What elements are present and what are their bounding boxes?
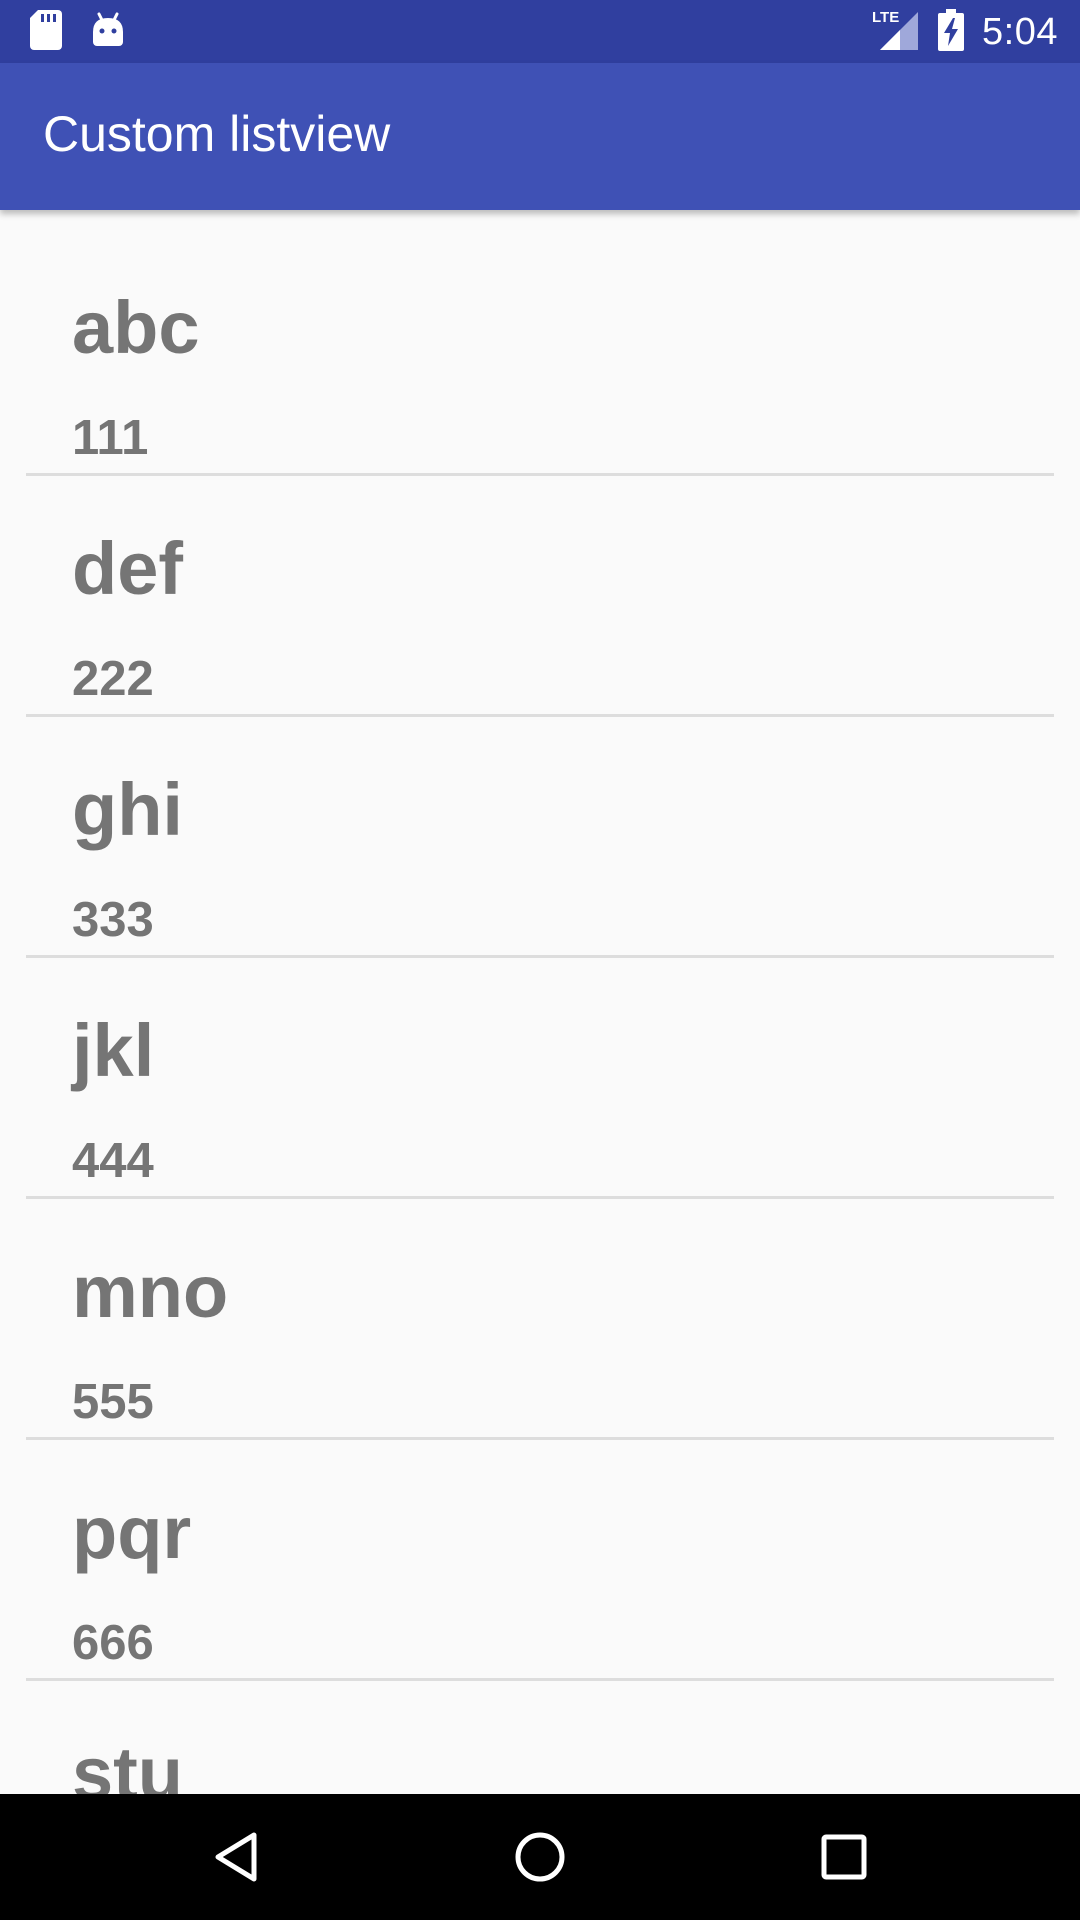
list-item[interactable]: pqr 666 bbox=[26, 1440, 1054, 1681]
lte-signal-icon: LTE bbox=[872, 8, 920, 57]
list-item-subtitle: 555 bbox=[72, 1375, 154, 1429]
android-icon bbox=[92, 12, 124, 53]
home-icon bbox=[515, 1832, 565, 1882]
list-item-title: pqr bbox=[72, 1491, 192, 1574]
status-bar: LTE 5:04 bbox=[0, 0, 1080, 63]
recents-icon bbox=[821, 1834, 867, 1880]
list-item-subtitle: 222 bbox=[72, 652, 154, 706]
list-item-title: def bbox=[72, 527, 183, 610]
status-time: 5:04 bbox=[982, 10, 1058, 53]
home-button[interactable] bbox=[495, 1814, 585, 1900]
list-item[interactable]: jkl 444 bbox=[26, 958, 1054, 1199]
recents-button[interactable] bbox=[799, 1814, 889, 1900]
sd-card-icon bbox=[30, 9, 62, 55]
list-item[interactable]: mno 555 bbox=[26, 1199, 1054, 1440]
list-item-subtitle: 111 bbox=[72, 411, 149, 465]
list-item-subtitle: 444 bbox=[72, 1134, 154, 1188]
list-item-title: abc bbox=[72, 286, 200, 369]
status-right-icons: LTE 5:04 bbox=[872, 8, 1058, 56]
list-item-subtitle: 666 bbox=[72, 1616, 154, 1670]
back-icon bbox=[215, 1832, 257, 1882]
list-item-title: stu bbox=[72, 1732, 183, 1795]
app-title: Custom listview bbox=[43, 106, 391, 162]
status-left-icons bbox=[30, 9, 124, 55]
custom-listview[interactable]: abc 111 def 222 ghi 333 jkl 444 mno 555 … bbox=[0, 210, 1080, 1794]
list-item[interactable]: def 222 bbox=[26, 476, 1054, 717]
app-bar: Custom listview bbox=[0, 63, 1080, 210]
back-button[interactable] bbox=[191, 1814, 281, 1900]
navigation-bar bbox=[0, 1794, 1080, 1920]
list-item[interactable]: abc 111 bbox=[26, 210, 1054, 476]
battery-charging-icon bbox=[938, 8, 965, 56]
list-item[interactable]: ghi 333 bbox=[26, 717, 1054, 958]
list-item-title: ghi bbox=[72, 768, 183, 851]
list-item-title: jkl bbox=[72, 1009, 155, 1092]
lte-label: LTE bbox=[872, 9, 899, 26]
list-item-title: mno bbox=[72, 1250, 229, 1333]
list-item-subtitle: 333 bbox=[72, 893, 154, 947]
list-item[interactable]: stu bbox=[26, 1681, 1054, 1795]
